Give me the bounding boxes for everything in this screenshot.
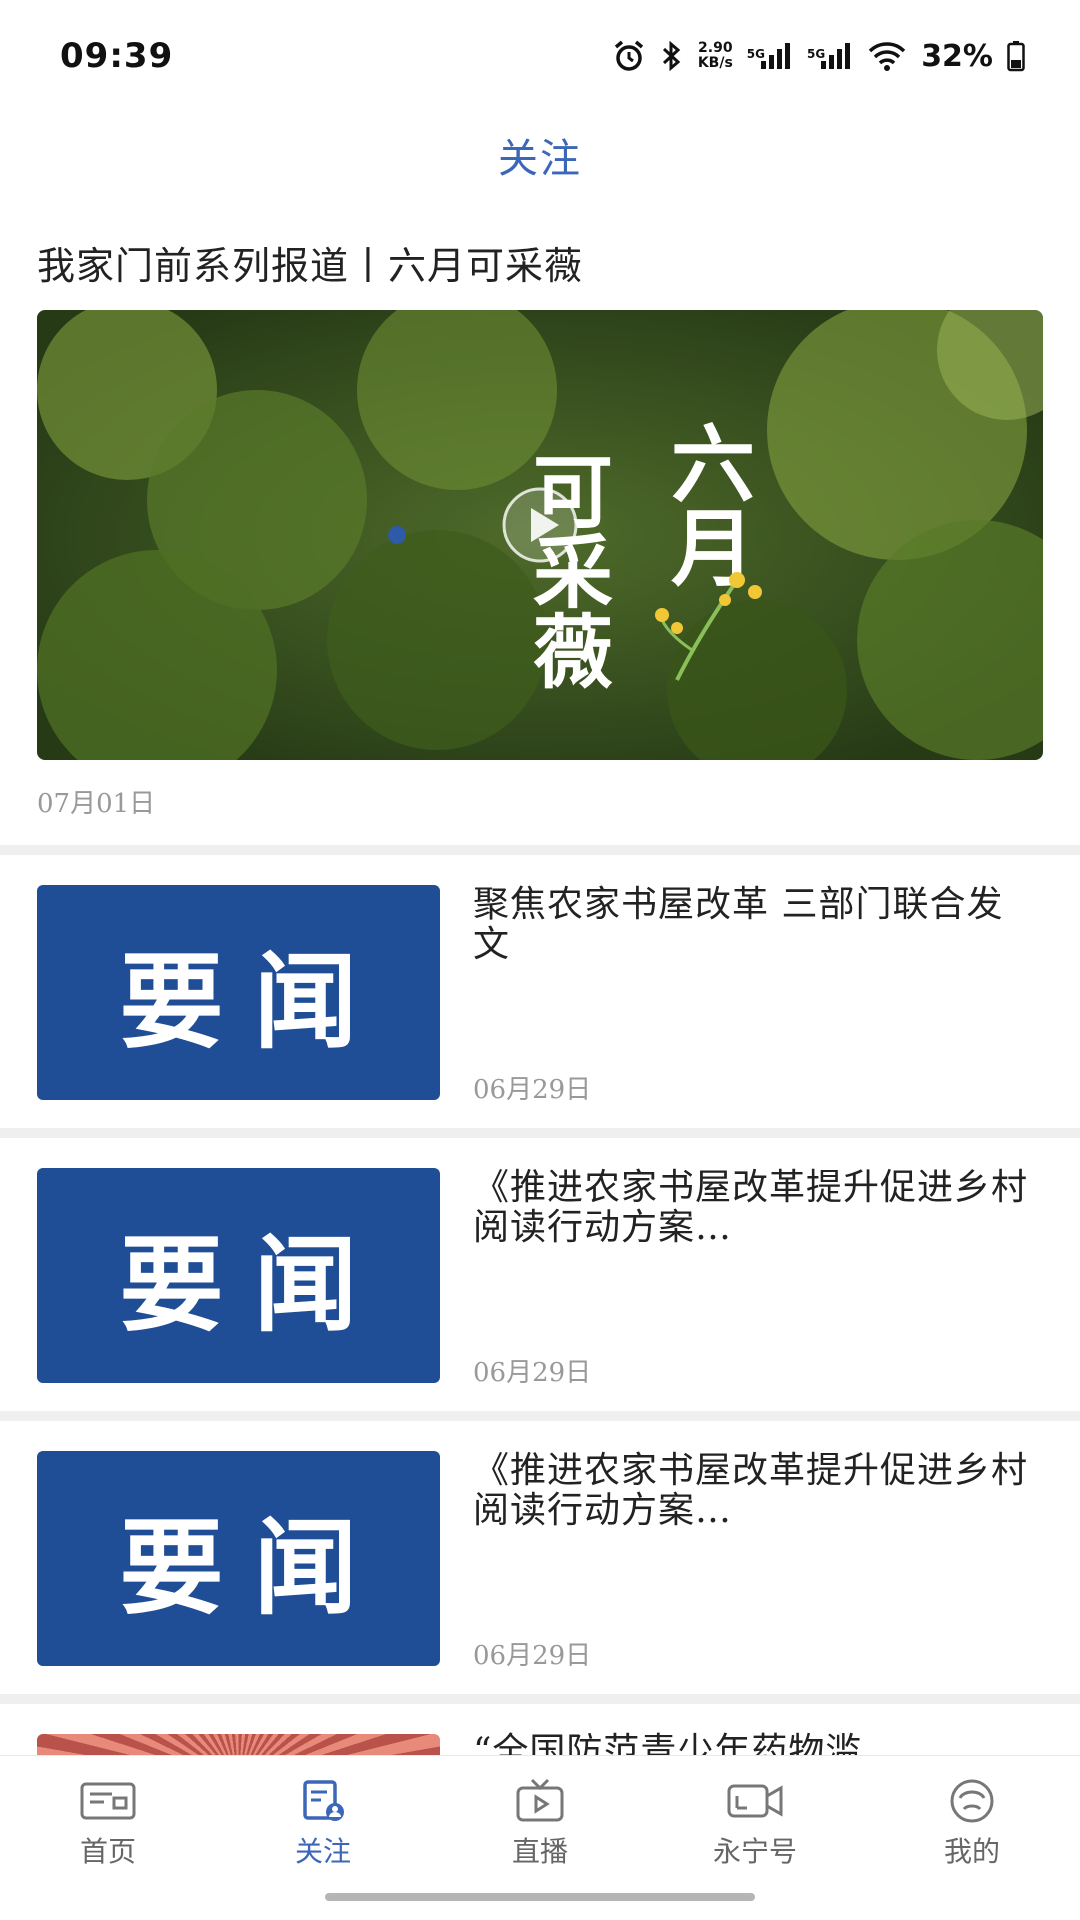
alarm-icon: [612, 39, 646, 73]
news-item[interactable]: 要闻 《推进农家书屋改革提升促进乡村阅读行动方案… 06月29日: [0, 1138, 1080, 1408]
news-title[interactable]: “全国防范青少年药物滥: [473, 1732, 1033, 1756]
signal-2-label: 5G: [806, 47, 826, 61]
tab-mine-label: 我的: [943, 1835, 1000, 1868]
network-speed-unit: KB/s: [697, 55, 733, 71]
news-date: 06月29日: [473, 1358, 592, 1388]
news-date: 06月29日: [473, 1075, 592, 1105]
news-thumbnail[interactable]: 要闻: [37, 1168, 440, 1383]
divider: [0, 845, 1080, 855]
tab-live[interactable]: 直播: [465, 1778, 615, 1870]
news-thumbnail-text: 要闻: [119, 941, 388, 1063]
page-title: 关注: [498, 136, 582, 182]
news-title[interactable]: 《推进农家书屋改革提升促进乡村阅读行动方案…: [473, 1451, 1033, 1531]
divider: [0, 1411, 1080, 1421]
status-time: 09:39: [60, 36, 174, 76]
bluetooth-icon: [660, 39, 684, 73]
battery-percent: 32%: [921, 38, 993, 74]
network-speed-value: 2.90: [698, 40, 733, 56]
divider: [0, 1694, 1080, 1704]
home-indicator[interactable]: [325, 1893, 755, 1901]
news-date: 06月29日: [473, 1641, 592, 1671]
featured-title[interactable]: 我家门前系列报道丨六月可采薇: [37, 235, 583, 290]
network-speed: 2.90 KB/s: [698, 41, 733, 71]
news-thumbnail-text: 要闻: [119, 1224, 388, 1346]
news-item[interactable]: 要闻 《推进农家书屋改革提升促进乡村阅读行动方案… 06月29日: [0, 1421, 1080, 1691]
news-title[interactable]: 聚焦农家书屋改革 三部门联合发文: [473, 885, 1033, 965]
video-camera-icon: [727, 1784, 783, 1818]
tab-home[interactable]: 首页: [33, 1778, 183, 1870]
page-header: 关注: [0, 126, 1080, 196]
news-thumbnail-text: 要闻: [119, 1507, 388, 1629]
divider: [0, 1128, 1080, 1138]
signal-2: 5G: [807, 41, 853, 71]
featured-date: 07月01日: [37, 789, 156, 819]
news-item[interactable]: 要闻 聚焦农家书屋改革 三部门联合发文 06月29日: [0, 855, 1080, 1125]
tab-live-label: 直播: [511, 1835, 568, 1868]
follow-icon: [303, 1780, 344, 1821]
news-thumbnail[interactable]: 要闻: [37, 885, 440, 1100]
news-thumbnail[interactable]: [37, 1734, 440, 1755]
wifi-icon: [867, 40, 907, 72]
news-title[interactable]: 《推进农家书屋改革提升促进乡村阅读行动方案…: [473, 1168, 1033, 1248]
signal-1: 5G: [747, 41, 793, 71]
featured-image-text-right: 六月: [658, 420, 757, 588]
news-thumbnail[interactable]: 要闻: [37, 1451, 440, 1666]
tab-yongning-label: 永宁号: [712, 1835, 797, 1868]
featured-image-text-left: 可采薇: [520, 450, 614, 690]
signal-1-label: 5G: [746, 47, 765, 61]
status-icons: 2.90 KB/s 5G 5G 32%: [612, 36, 1025, 76]
tv-icon: [516, 1778, 564, 1822]
tab-yongning[interactable]: 永宁号: [680, 1778, 830, 1870]
tab-follow-label: 关注: [294, 1835, 351, 1868]
featured-video-thumbnail[interactable]: 六月 可采薇: [37, 310, 1043, 760]
tab-mine[interactable]: 我的: [897, 1778, 1047, 1870]
news-icon: [80, 1782, 136, 1820]
news-item[interactable]: “全国防范青少年药物滥: [0, 1704, 1080, 1755]
profile-icon: [950, 1779, 994, 1823]
status-bar: 09:39 2.90 KB/s 5G 5G 32%: [0, 0, 1080, 110]
tab-home-label: 首页: [79, 1835, 136, 1868]
battery-icon: [1007, 40, 1025, 72]
tab-follow[interactable]: 关注: [248, 1778, 398, 1870]
